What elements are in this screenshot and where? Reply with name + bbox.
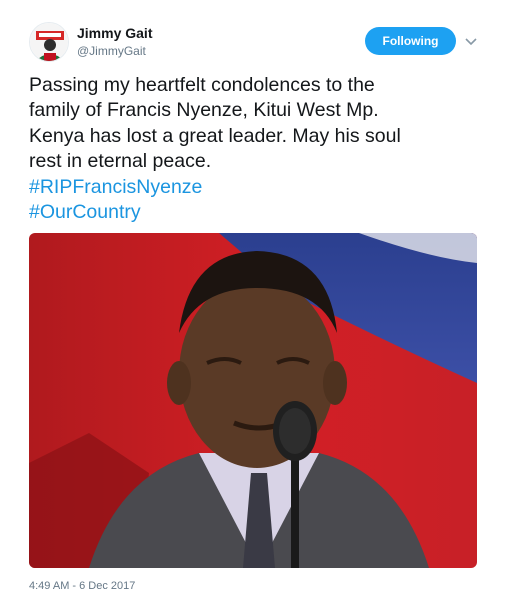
tweet-text-line: rest in eternal peace. — [29, 150, 212, 173]
avatar[interactable] — [29, 22, 69, 62]
tweet-card: Jimmy Gait @JimmyGait Following Passing … — [0, 0, 505, 599]
tweet-text-line: family of Francis Nyenze, Kitui West Mp. — [29, 99, 379, 122]
following-button[interactable]: Following — [365, 27, 456, 55]
tweet-text-line: Passing my heartfelt condolences to the — [29, 74, 375, 96]
hashtag-link[interactable]: #RIPFrancisNyenze — [29, 175, 479, 200]
display-name[interactable]: Jimmy Gait — [77, 25, 152, 41]
hashtag-link[interactable]: #OurCountry — [29, 200, 479, 225]
tweet-timestamp[interactable]: 4:49 AM - 6 Dec 2017 — [29, 580, 135, 592]
tweet-header: Jimmy Gait @JimmyGait Following — [29, 22, 489, 62]
tweet-text: Passing my heartfelt condolences to the … — [29, 73, 479, 225]
tweet-photo[interactable] — [29, 233, 477, 568]
tweet-text-line: Kenya has lost a great leader. May his s… — [29, 124, 401, 147]
user-handle[interactable]: @JimmyGait — [77, 44, 146, 58]
chevron-down-icon[interactable] — [465, 34, 477, 46]
